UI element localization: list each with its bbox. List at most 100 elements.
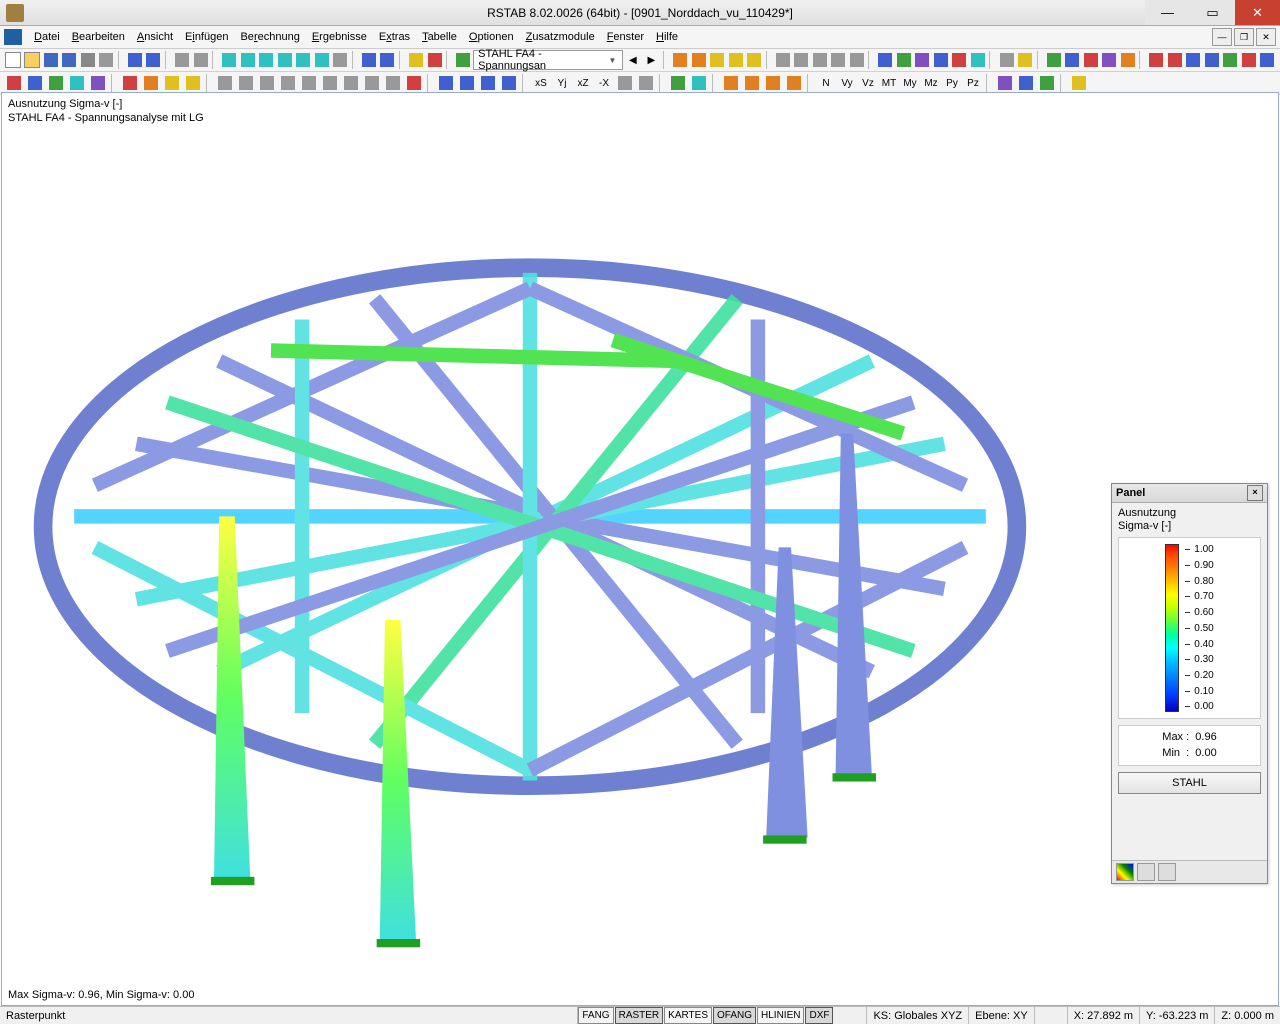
tb2-arrow3[interactable] bbox=[763, 73, 783, 93]
tb2-scale[interactable] bbox=[299, 73, 319, 93]
tb2-copy[interactable] bbox=[236, 73, 256, 93]
panel-tab-factors-icon[interactable] bbox=[1137, 863, 1155, 881]
tb2-res-mz[interactable]: Mz bbox=[921, 73, 941, 93]
tb-gen3[interactable] bbox=[1222, 50, 1239, 70]
tb-gen2[interactable] bbox=[1203, 50, 1220, 70]
tb2-cross[interactable] bbox=[88, 73, 108, 93]
tb-next[interactable]: ▶ bbox=[643, 50, 660, 70]
tb-members[interactable] bbox=[932, 50, 949, 70]
tb-grid[interactable] bbox=[774, 50, 791, 70]
tb-undo[interactable] bbox=[126, 50, 143, 70]
menu-ergebnisse[interactable]: Ergebnisse bbox=[306, 29, 373, 45]
tb-model-check[interactable] bbox=[1148, 50, 1165, 70]
tb-zoom-extents[interactable] bbox=[295, 50, 312, 70]
maximize-button[interactable]: ▭ bbox=[1190, 0, 1235, 25]
tb-anim[interactable] bbox=[745, 50, 762, 70]
tb-snap[interactable] bbox=[793, 50, 810, 70]
panel-tab-filter-icon[interactable] bbox=[1158, 863, 1176, 881]
tb2-merge[interactable] bbox=[341, 73, 361, 93]
mdi-minimize[interactable]: — bbox=[1212, 28, 1232, 46]
toggle-kartes[interactable]: KARTES bbox=[664, 1007, 712, 1024]
tb-save[interactable] bbox=[42, 50, 59, 70]
menu-datei[interactable]: Datei bbox=[28, 29, 66, 45]
tb2-move[interactable] bbox=[215, 73, 235, 93]
tb2-arrow2[interactable] bbox=[742, 73, 762, 93]
tb2-sel-win[interactable] bbox=[457, 73, 477, 93]
tb2-clip[interactable] bbox=[689, 73, 709, 93]
menu-extras[interactable]: Extras bbox=[373, 29, 416, 45]
tb-rotate[interactable] bbox=[239, 50, 256, 70]
tb2-axis-v[interactable] bbox=[636, 73, 656, 93]
tb2-extend[interactable] bbox=[362, 73, 382, 93]
tb-view-iso[interactable] bbox=[360, 50, 377, 70]
tb-copy[interactable] bbox=[173, 50, 190, 70]
tb-module[interactable] bbox=[455, 50, 472, 70]
tb2-deform2[interactable] bbox=[1016, 73, 1036, 93]
tb2-sel-all[interactable] bbox=[436, 73, 456, 93]
tb2-axis-xz[interactable]: xZ bbox=[573, 73, 593, 93]
menu-tabelle[interactable]: Tabelle bbox=[416, 29, 463, 45]
toggle-dxf[interactable]: DXF bbox=[805, 1007, 833, 1024]
tb-solid[interactable] bbox=[829, 50, 846, 70]
tb2-node[interactable] bbox=[4, 73, 24, 93]
menu-berechnung[interactable]: Berechnung bbox=[234, 29, 305, 45]
tb2-arrow4[interactable] bbox=[784, 73, 804, 93]
tb2-axis-xs[interactable]: xS bbox=[531, 73, 551, 93]
tb2-arrow1[interactable] bbox=[721, 73, 741, 93]
tb-dim[interactable] bbox=[1100, 50, 1117, 70]
tb-new[interactable] bbox=[4, 50, 22, 70]
menu-hilfe[interactable]: Hilfe bbox=[650, 29, 684, 45]
panel-titlebar[interactable]: Panel × bbox=[1112, 484, 1267, 503]
tb2-rotate[interactable] bbox=[278, 73, 298, 93]
tb2-delete[interactable] bbox=[404, 73, 424, 93]
tb-filter[interactable] bbox=[1016, 50, 1033, 70]
tb-redo[interactable] bbox=[145, 50, 162, 70]
tb-results-on[interactable] bbox=[727, 50, 744, 70]
tb2-deform[interactable] bbox=[995, 73, 1015, 93]
tb-plausib[interactable] bbox=[1166, 50, 1183, 70]
tb-calc[interactable] bbox=[671, 50, 688, 70]
tb-sections[interactable] bbox=[914, 50, 931, 70]
tb2-load3[interactable] bbox=[162, 73, 182, 93]
tb-ucs[interactable] bbox=[1045, 50, 1062, 70]
tb2-res-n[interactable]: N bbox=[816, 73, 836, 93]
tb-comment[interactable] bbox=[1119, 50, 1136, 70]
tb-prev[interactable]: ◀ bbox=[624, 50, 641, 70]
tb-supports[interactable] bbox=[895, 50, 912, 70]
tb-find[interactable] bbox=[331, 50, 348, 70]
model-viewport[interactable]: Ausnutzung Sigma-v [-] STAHL FA4 - Spann… bbox=[1, 92, 1279, 1006]
tb2-table[interactable] bbox=[1069, 73, 1089, 93]
tb2-sel-prev[interactable] bbox=[478, 73, 498, 93]
toggle-ofang[interactable]: OFANG bbox=[713, 1007, 756, 1024]
tb-hinges[interactable] bbox=[969, 50, 986, 70]
tb-nodes[interactable] bbox=[951, 50, 968, 70]
toggle-fang[interactable]: FANG bbox=[578, 1007, 613, 1024]
tb2-mirror[interactable] bbox=[257, 73, 277, 93]
tb-rendered[interactable] bbox=[848, 50, 865, 70]
tb-zoom-prev[interactable] bbox=[313, 50, 330, 70]
tb2-res-mt[interactable]: MT bbox=[879, 73, 899, 93]
tb-pan[interactable] bbox=[221, 50, 238, 70]
tb2-load4[interactable] bbox=[183, 73, 203, 93]
tb2-load1[interactable] bbox=[120, 73, 140, 93]
mdi-close[interactable]: ✕ bbox=[1256, 28, 1276, 46]
tb-gen5[interactable] bbox=[1258, 50, 1275, 70]
menu-ansicht[interactable]: Ansicht bbox=[131, 29, 179, 45]
tb2-divide[interactable] bbox=[320, 73, 340, 93]
panel-module-button[interactable]: STAHL bbox=[1118, 772, 1261, 794]
tb-measure[interactable] bbox=[1082, 50, 1099, 70]
tb2-res-vy[interactable]: Vy bbox=[837, 73, 857, 93]
minimize-button[interactable]: — bbox=[1145, 0, 1190, 25]
tb2-hinge[interactable] bbox=[67, 73, 87, 93]
tb-view-x[interactable] bbox=[379, 50, 396, 70]
tb2-res-vz[interactable]: Vz bbox=[858, 73, 878, 93]
tb2-sel-special[interactable] bbox=[499, 73, 519, 93]
tb-show-results[interactable] bbox=[426, 50, 443, 70]
tb-gen4[interactable] bbox=[1240, 50, 1257, 70]
tb-open[interactable] bbox=[23, 50, 41, 70]
menu-fenster[interactable]: Fenster bbox=[601, 29, 650, 45]
tb-gen1[interactable] bbox=[1185, 50, 1202, 70]
close-button[interactable]: ✕ bbox=[1235, 0, 1280, 25]
tb-wireframe[interactable] bbox=[811, 50, 828, 70]
menu-zusatzmodule[interactable]: Zusatzmodule bbox=[520, 29, 601, 45]
